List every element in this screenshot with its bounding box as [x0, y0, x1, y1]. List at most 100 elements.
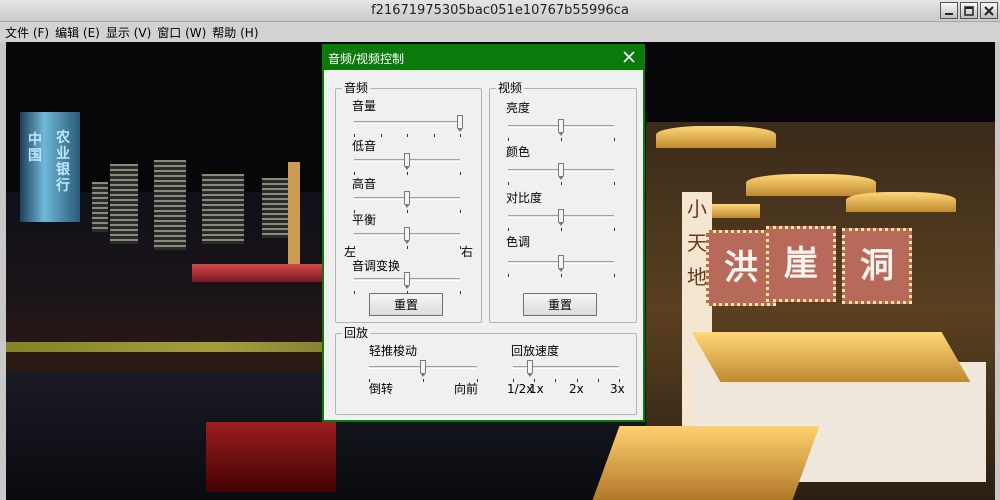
jog-forward-label: 向前 — [454, 382, 479, 396]
speed-tick-2x: 2x — [569, 382, 584, 396]
color-slider[interactable] — [508, 163, 615, 185]
slider-tick — [508, 182, 509, 185]
dialog-title-bar: 音频/视频控制 — [324, 46, 643, 70]
bass-slider[interactable] — [354, 153, 461, 175]
slider-thumb[interactable] — [404, 191, 410, 208]
slider-thumb[interactable] — [404, 227, 410, 244]
pagoda-roof — [746, 174, 876, 196]
minimize-button[interactable] — [940, 2, 958, 19]
bank-tower: 中国 农业银行 — [20, 112, 80, 222]
slider-tick — [460, 210, 461, 213]
contrast-label: 对比度 — [506, 191, 543, 205]
lower-roof — [691, 332, 971, 382]
audio-reset-button[interactable]: 重置 — [369, 293, 443, 316]
red-reflection — [206, 422, 336, 492]
slider-ticks — [508, 228, 615, 231]
balance-left-label: 左 — [344, 245, 357, 259]
slider-thumb[interactable] — [404, 153, 410, 170]
slider-tick — [354, 134, 355, 137]
slider-tick — [407, 246, 408, 249]
slider-tick — [423, 379, 424, 382]
brightness-label: 亮度 — [506, 101, 531, 115]
speed-tick-3x: 3x — [610, 382, 625, 396]
neon-sign: 崖 — [766, 226, 836, 302]
speed-label: 回放速度 — [511, 344, 560, 358]
menu-edit[interactable]: 编辑 (E) — [54, 22, 105, 42]
slider-track — [354, 121, 460, 124]
tower-text-right: 农业银行 — [56, 130, 70, 194]
minimize-icon — [945, 12, 953, 15]
slider-thumb[interactable] — [558, 119, 564, 136]
slider-thumb[interactable] — [420, 360, 426, 377]
treble-label: 高音 — [352, 177, 377, 191]
volume-label: 音量 — [352, 99, 377, 113]
slider-thumb[interactable] — [558, 209, 564, 226]
slider-tick — [614, 274, 615, 277]
slider-thumb[interactable] — [404, 272, 410, 289]
pagoda-roof — [656, 126, 776, 148]
jog-slider[interactable] — [369, 360, 478, 382]
slider-tick — [407, 210, 408, 213]
slider-ticks — [354, 134, 461, 137]
slider-thumb[interactable] — [558, 163, 564, 180]
balance-right-label: 右 — [461, 245, 474, 259]
slider-tick — [555, 379, 557, 382]
slider-tick — [614, 182, 615, 185]
treble-slider[interactable] — [354, 191, 461, 213]
maximize-button[interactable] — [960, 2, 978, 19]
menu-window[interactable]: 窗口 (W) — [156, 22, 211, 42]
slider-tick — [407, 134, 408, 137]
brightness-slider[interactable] — [508, 119, 615, 141]
window-title-bar: f21671975305bac051e10767b55996ca — [0, 0, 1000, 22]
balance-slider[interactable] — [354, 227, 461, 249]
slider-tick — [561, 138, 562, 141]
neon-sign: 洞 — [842, 228, 912, 304]
menu-view[interactable]: 显示 (V) — [105, 22, 156, 42]
audio-group: 音频 音量 低音 高音 平衡 左 右 音调变换 重置 — [335, 81, 482, 323]
skyscraper — [154, 160, 186, 250]
video-group: 视频 亮度 颜色 对比度 色调 重置 — [489, 81, 637, 323]
skyscraper — [92, 182, 108, 232]
slider-thumb[interactable] — [457, 115, 463, 132]
speed-tick-1x: 1x — [529, 382, 544, 396]
menu-bar: 文件 (F) 编辑 (E) 显示 (V) 窗口 (W) 帮助 (H) — [0, 22, 1000, 42]
video-group-label: 视频 — [496, 81, 525, 95]
slider-thumb[interactable] — [526, 360, 533, 377]
menu-help[interactable]: 帮助 (H) — [211, 22, 263, 42]
slider-thumb[interactable] — [558, 255, 564, 272]
dialog-close-button[interactable] — [621, 49, 637, 65]
hue-slider[interactable] — [508, 255, 615, 277]
slider-tick — [433, 134, 435, 137]
bridge-pylon — [288, 162, 300, 272]
slider-tick — [460, 172, 461, 175]
skyscraper — [202, 174, 244, 244]
red-bridge — [192, 264, 332, 282]
window-controls — [940, 2, 998, 19]
speed-slider[interactable] — [513, 360, 620, 382]
maximize-icon — [964, 5, 974, 16]
slider-tick — [508, 138, 509, 141]
volume-slider[interactable] — [354, 115, 463, 137]
slider-tick — [460, 134, 461, 137]
slider-tick — [354, 172, 355, 175]
slider-tick — [407, 172, 408, 175]
close-icon — [984, 5, 994, 16]
slider-tick — [561, 182, 562, 185]
close-window-button[interactable] — [980, 2, 998, 19]
pitch-slider[interactable] — [354, 272, 461, 294]
balance-label: 平衡 — [352, 213, 377, 227]
slider-tick — [561, 274, 562, 277]
slider-tick — [614, 228, 615, 231]
menu-file[interactable]: 文件 (F) — [4, 22, 54, 42]
jog-label: 轻推梭动 — [369, 344, 418, 358]
playback-group-label: 回放 — [342, 326, 371, 340]
pitch-label: 音调变换 — [352, 259, 401, 273]
slider-ticks — [508, 182, 615, 185]
slider-ticks — [508, 274, 615, 277]
slider-ticks — [354, 246, 461, 249]
foreground-roof — [592, 426, 820, 500]
window-title: f21671975305bac051e10767b55996ca — [371, 3, 629, 18]
video-reset-button[interactable]: 重置 — [523, 293, 597, 316]
contrast-slider[interactable] — [508, 209, 615, 231]
audio-group-label: 音频 — [342, 81, 371, 95]
